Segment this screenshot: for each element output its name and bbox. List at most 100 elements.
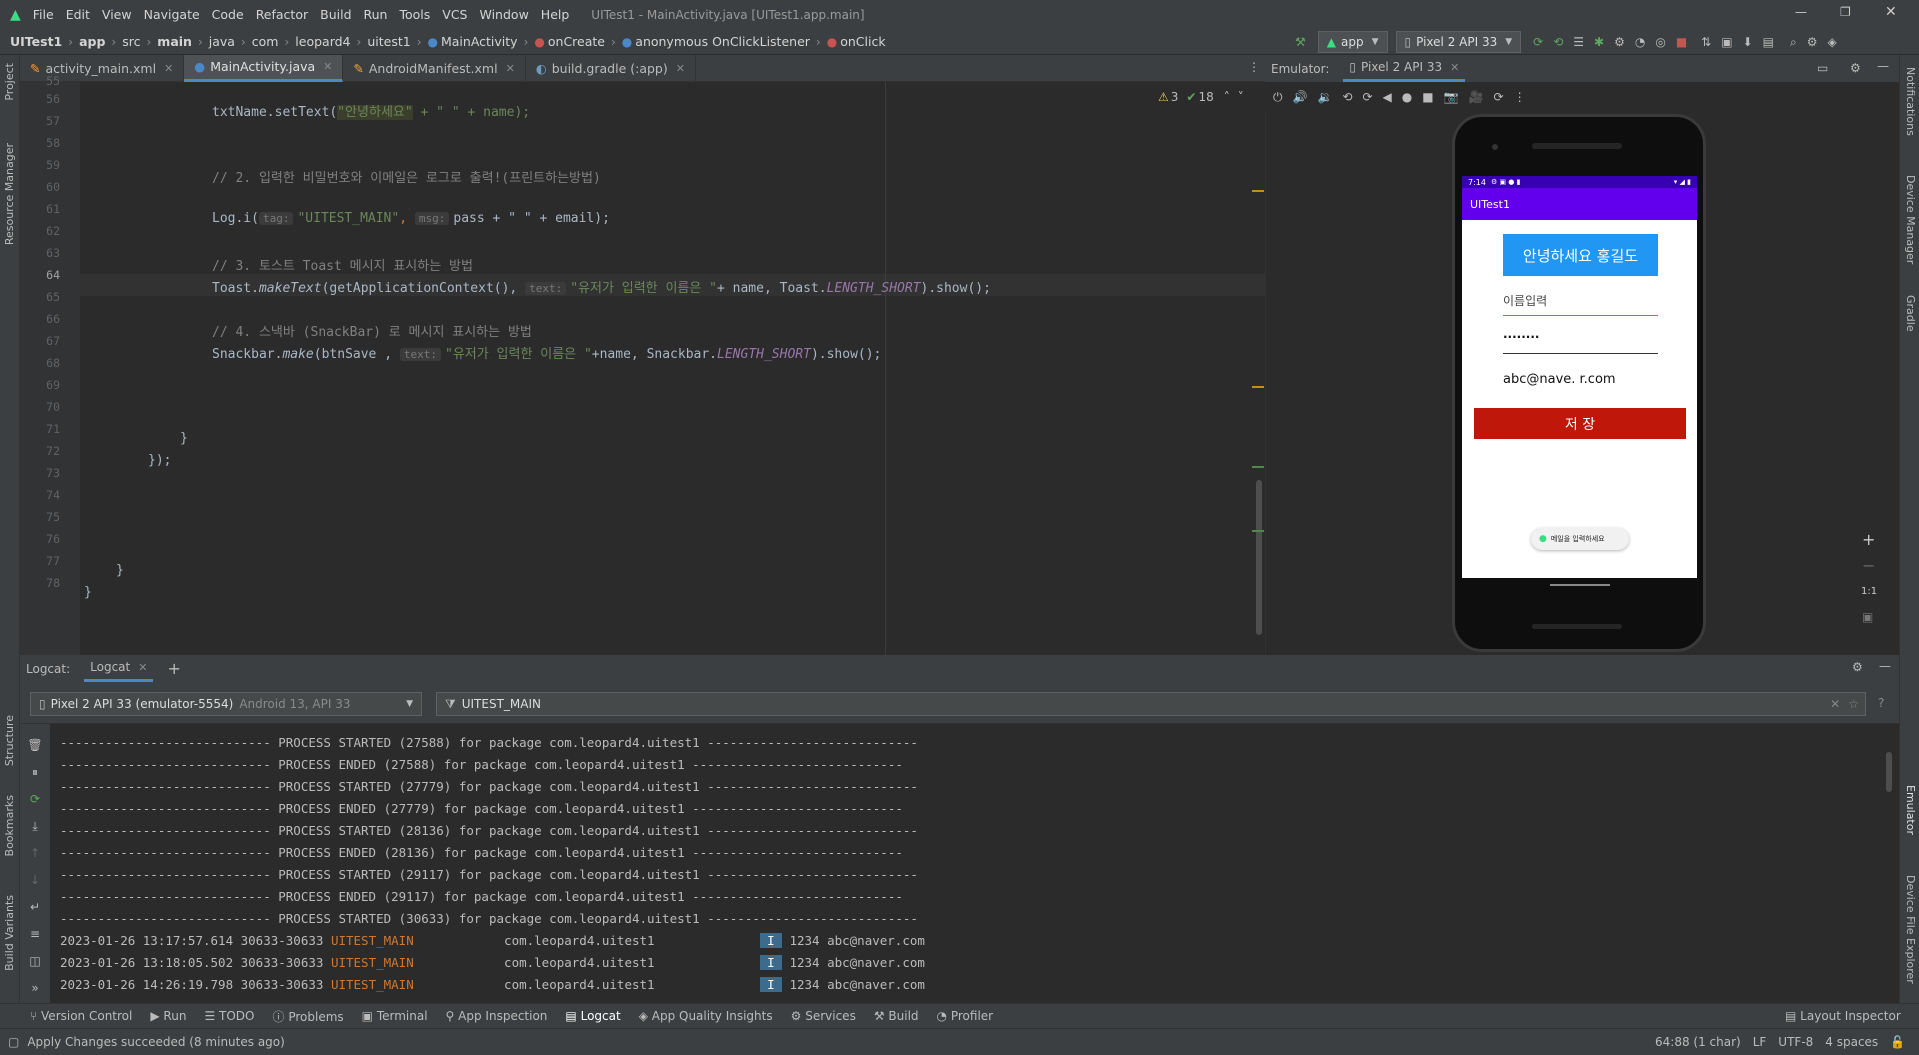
favorite-filter-icon[interactable]: ☆ — [1848, 697, 1859, 711]
run-list-icon[interactable]: ☰ — [1573, 35, 1584, 49]
tool-build-variants[interactable]: Build Variants — [3, 895, 16, 971]
caret-position[interactable]: 64:88 (1 char) — [1655, 1035, 1741, 1049]
menu-help[interactable]: Help — [541, 7, 570, 22]
close-tab-icon[interactable]: ✕ — [164, 62, 173, 75]
overview-icon[interactable]: ■ — [1422, 90, 1433, 104]
tool-profiler[interactable]: ◔ Profiler — [937, 1009, 994, 1023]
assistant-icon[interactable]: ◈ — [1827, 35, 1836, 49]
zoom-actual-size[interactable]: 1:1 — [1861, 586, 1877, 597]
tool-gradle[interactable]: Gradle — [1904, 295, 1917, 332]
editor-scrollbar[interactable] — [1256, 480, 1262, 635]
volume-up-icon[interactable]: 🔊 — [1293, 90, 1308, 104]
help-icon[interactable]: ? — [1878, 696, 1884, 710]
password-input[interactable]: ········ — [1503, 330, 1658, 354]
snapshot-icon[interactable]: ⟳ — [1494, 90, 1504, 104]
change-marker[interactable] — [1252, 466, 1264, 468]
profile-icon[interactable]: ◔ — [1635, 35, 1645, 49]
menu-code[interactable]: Code — [212, 7, 244, 22]
change-marker[interactable] — [1252, 530, 1264, 532]
down-icon[interactable]: ↓ — [20, 867, 50, 894]
scroll-to-end-icon[interactable]: ⤓ — [20, 813, 50, 840]
breadcrumb-java[interactable]: java — [209, 34, 235, 49]
tool-emulator[interactable]: Emulator — [1904, 785, 1917, 835]
restore-icon[interactable]: ❐ — [1840, 5, 1851, 19]
close-tab-icon[interactable]: ✕ — [1450, 61, 1459, 74]
logcat-scrollbar[interactable] — [1886, 752, 1892, 792]
tab-build-gradle[interactable]: ◐ build.gradle (:app) ✕ — [526, 54, 696, 82]
tab-mainactivity-java[interactable]: ● MainActivity.java ✕ — [184, 54, 344, 82]
soft-wrap-icon[interactable]: ↵ — [20, 894, 50, 921]
apply-changes-restart-icon[interactable]: ⟳ — [1533, 35, 1543, 49]
tool-resource-manager[interactable]: Resource Manager — [3, 143, 16, 245]
tool-logcat[interactable]: ▤ Logcat — [565, 1009, 620, 1023]
tool-version-control[interactable]: ⑂ Version Control — [30, 1009, 132, 1023]
add-tab-icon[interactable]: + — [167, 659, 180, 678]
inspection-widget[interactable]: ⚠ 3 ✔ 18 ˄ ˅ — [1158, 90, 1244, 104]
layout-inspector-icon[interactable]: ▤ — [1763, 35, 1774, 49]
more-tabs-icon[interactable]: ⋮ — [1248, 60, 1260, 74]
chevron-up-icon[interactable]: ˄ — [1224, 90, 1230, 104]
home-gesture-bar[interactable] — [1550, 584, 1610, 586]
minimize-icon[interactable]: — — [1795, 5, 1807, 19]
warning-marker[interactable] — [1252, 386, 1264, 388]
attach-debugger-icon[interactable]: ⚙ — [1614, 35, 1625, 49]
clear-logcat-icon[interactable]: 🗑 — [20, 732, 50, 759]
fit-screen-icon[interactable]: ▣ — [1862, 610, 1873, 624]
greeting-button[interactable]: 안녕하세요 홍길도 — [1503, 234, 1658, 276]
rotate-left-icon[interactable]: ⟲ — [1342, 90, 1352, 104]
tool-todo[interactable]: ☰ TODO — [204, 1009, 254, 1023]
window-layout-icon[interactable]: ▭ — [1817, 61, 1828, 75]
logcat-tab[interactable]: Logcat ✕ — [84, 655, 154, 682]
emulator-device-tab[interactable]: ▯ Pixel 2 API 33 ✕ — [1343, 55, 1466, 82]
stop-icon[interactable]: ■ — [1676, 35, 1687, 49]
tool-layout-inspector[interactable]: ▤ Layout Inspector — [1785, 1009, 1901, 1023]
breadcrumb-src[interactable]: src — [122, 34, 140, 49]
menu-refactor[interactable]: Refactor — [256, 7, 308, 22]
breadcrumb-app[interactable]: app — [79, 34, 105, 49]
minimize-panel-icon[interactable]: — — [1879, 659, 1891, 673]
volume-down-icon[interactable]: 🔉 — [1317, 90, 1332, 104]
tool-app-inspection[interactable]: ⚲ App Inspection — [446, 1009, 548, 1023]
indent-setting[interactable]: 4 spaces — [1825, 1035, 1878, 1049]
tool-build[interactable]: ⚒ Build — [874, 1009, 919, 1023]
tool-device-manager[interactable]: Device Manager — [1904, 175, 1917, 264]
email-input[interactable]: abc@nave. r.com — [1503, 372, 1658, 396]
close-tab-icon[interactable]: ✕ — [323, 60, 332, 73]
tool-problems[interactable]: ⓘ Problems — [273, 1008, 344, 1025]
menu-build[interactable]: Build — [320, 7, 351, 22]
breadcrumb-oncreate[interactable]: onCreate — [548, 34, 605, 49]
sdk-manager-icon[interactable]: ⬇ — [1743, 35, 1753, 49]
settings-icon[interactable]: ⚙ — [1852, 660, 1863, 674]
menu-navigate[interactable]: Navigate — [144, 7, 200, 22]
more-icon[interactable]: » — [20, 975, 50, 1002]
menu-window[interactable]: Window — [480, 7, 529, 22]
run-config-select[interactable]: ▲ app ▼ — [1317, 31, 1388, 53]
breadcrumb-anonymous-listener[interactable]: anonymous OnClickListener — [635, 34, 810, 49]
menu-file[interactable]: File — [33, 7, 54, 22]
breadcrumb-com[interactable]: com — [252, 34, 279, 49]
status-panel-icon[interactable]: ▢ — [8, 1035, 19, 1049]
menu-vcs[interactable]: VCS — [442, 7, 467, 22]
name-input[interactable]: 이름입력 — [1503, 292, 1658, 316]
breadcrumb-leopard4[interactable]: leopard4 — [295, 34, 350, 49]
line-separator[interactable]: LF — [1753, 1035, 1767, 1049]
debug-icon[interactable]: ✱ — [1594, 35, 1604, 49]
apply-code-changes-icon[interactable]: ⟲ — [1553, 35, 1563, 49]
device-select[interactable]: ▯ Pixel 2 API 33 ▼ — [1395, 31, 1522, 53]
tab-androidmanifest-xml[interactable]: ✎ AndroidManifest.xml ✕ — [343, 54, 526, 82]
home-icon[interactable]: ● — [1402, 90, 1412, 104]
tool-structure[interactable]: Structure — [3, 715, 16, 766]
warning-marker[interactable] — [1252, 190, 1264, 192]
code-editor[interactable] — [20, 82, 1265, 655]
menu-view[interactable]: View — [102, 7, 132, 22]
clear-filter-icon[interactable]: ✕ — [1830, 697, 1840, 711]
pause-icon[interactable]: ⏸ — [20, 759, 50, 786]
screenshot-icon[interactable]: 📷 — [1444, 90, 1459, 104]
file-encoding[interactable]: UTF-8 — [1778, 1035, 1813, 1049]
settings-icon[interactable]: ⚙ — [1807, 35, 1818, 49]
hammer-icon[interactable]: ⚒ — [1295, 35, 1306, 49]
breadcrumb-mainactivity[interactable]: MainActivity — [441, 34, 518, 49]
chevron-down-icon[interactable]: ˅ — [1238, 90, 1244, 104]
format-icon[interactable]: ≡ — [20, 921, 50, 948]
close-tab-icon[interactable]: ✕ — [506, 62, 515, 75]
